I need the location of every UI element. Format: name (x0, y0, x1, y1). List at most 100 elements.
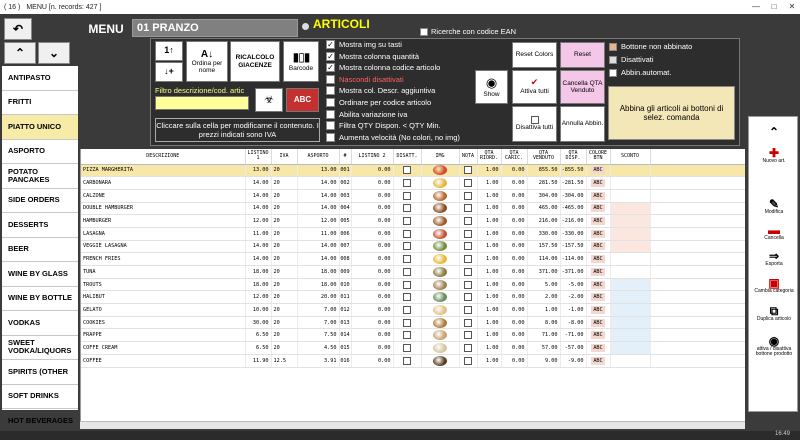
button-color-swatch[interactable]: ABC (591, 293, 605, 302)
ean-search-option[interactable]: Ricerche con codice EAN (420, 27, 516, 36)
cell-nota[interactable] (459, 214, 478, 228)
table-row[interactable]: TUNA 18.00 20 18.00 009 0.00 1.00 0.00 371.00 -37… (81, 265, 745, 279)
cell-qta-venduto[interactable]: 2.00 (527, 290, 561, 305)
cell-disattivo[interactable] (393, 265, 422, 279)
cell-nota[interactable] (459, 176, 478, 190)
column-header[interactable]: QTA VENDUTO (527, 149, 561, 165)
cell-colore-btn[interactable]: ABC (586, 202, 611, 216)
cell-description[interactable]: DOUBLE HAMBURGER (81, 202, 246, 216)
cell-description[interactable]: PIZZA MARGHERITA (81, 164, 246, 178)
cell-image[interactable] (421, 202, 460, 216)
cell-iva[interactable]: 20 (271, 290, 298, 305)
barcode-button[interactable]: ▮▯▮ Barcode (283, 41, 319, 82)
cell-disattivo[interactable] (393, 202, 422, 216)
back-button[interactable]: ↶ (4, 18, 32, 40)
cell-disattivo[interactable] (393, 290, 422, 305)
order-by-name-button[interactable]: A↓ Ordina per nome (186, 41, 228, 82)
cell-qta-venduto[interactable]: 371.00 (527, 265, 561, 279)
cell-asporto[interactable]: 13.00 (297, 164, 340, 178)
nota-checkbox[interactable] (464, 280, 472, 289)
nota-checkbox[interactable] (464, 318, 472, 327)
cell-image[interactable] (421, 341, 460, 355)
cell-iva[interactable]: 12.5 (271, 354, 298, 368)
option-checkbox[interactable] (326, 98, 335, 107)
table-row[interactable]: COFFE CREAM 6.50 20 4.50 015 0.00 1.00 0.00 57.0… (81, 341, 745, 355)
cell-colore-btn[interactable]: ABC (586, 240, 611, 254)
cell-disattivo[interactable] (393, 328, 422, 343)
button-color-swatch[interactable]: ABC (591, 204, 605, 213)
option-1[interactable]: ✓ Mostra colonna quantità (326, 51, 419, 61)
category-item[interactable]: SPIRITS (OTHER (2, 360, 78, 385)
cell-nota[interactable] (459, 303, 478, 317)
cell-listino1[interactable]: 18.00 (245, 265, 272, 279)
column-header[interactable]: ASPORTO (297, 149, 340, 165)
category-item[interactable]: POTATO PANCAKES (2, 164, 78, 189)
cell-sconto[interactable] (610, 252, 651, 266)
ean-checkbox[interactable] (420, 27, 428, 36)
cell-sconto[interactable] (610, 227, 651, 241)
scroll-down-button[interactable]: ⌄ (38, 42, 70, 64)
category-item[interactable]: DESSERTS (2, 213, 78, 238)
button-color-swatch[interactable]: ABC (591, 343, 605, 352)
column-header[interactable]: SCONTO (610, 149, 651, 165)
cell-sconto[interactable] (610, 354, 651, 368)
cell-iva[interactable]: 20 (271, 303, 298, 317)
close-icon[interactable]: ✕ (784, 0, 800, 14)
column-header[interactable]: LISTINO 1 (245, 149, 272, 165)
cell-image[interactable] (421, 240, 460, 254)
cell-asporto[interactable]: 14.00 (297, 240, 340, 254)
cell-listino1[interactable]: 11.00 (245, 227, 272, 241)
cell-asporto[interactable]: 18.00 (297, 278, 340, 292)
cell-qta-venduto[interactable]: 8.00 (527, 316, 561, 330)
cell-qta-caric[interactable]: 0.00 (501, 328, 528, 343)
option-0[interactable]: ✓ Mostra img su tasti (326, 40, 402, 49)
column-header[interactable]: QTA CARIC. (501, 149, 528, 165)
cell-sconto[interactable] (610, 214, 651, 228)
cell-description[interactable]: LASAGNA (81, 227, 246, 241)
cell-image[interactable] (421, 354, 460, 368)
cell-disattivo[interactable] (393, 240, 422, 254)
cell-image[interactable] (421, 164, 460, 178)
cell-sconto[interactable] (610, 341, 651, 355)
option-checkbox[interactable] (326, 109, 335, 119)
cell-iva[interactable]: 20 (271, 252, 298, 266)
disattivo-checkbox[interactable] (403, 242, 411, 251)
cell-listino1[interactable]: 11.90 (245, 354, 272, 368)
cell-qta-riord[interactable]: 1.00 (477, 316, 502, 330)
option-4[interactable]: Mostra col. Descr. aggiuntiva (326, 86, 435, 96)
option-5[interactable]: Ordinare per codice articolo (326, 98, 431, 107)
cell-listino1[interactable]: 14.00 (245, 240, 272, 254)
cell-asporto[interactable]: 14.00 (297, 252, 340, 266)
cell-qta-riord[interactable]: 1.00 (477, 290, 502, 305)
cell-qta-caric[interactable]: 0.00 (501, 278, 528, 292)
cell-listino2[interactable]: 0.00 (351, 328, 394, 343)
cell-listino2[interactable]: 0.00 (351, 303, 394, 317)
nota-checkbox[interactable] (464, 305, 472, 314)
column-header[interactable]: IVA (271, 149, 298, 165)
cell-sconto[interactable] (610, 240, 651, 254)
cell-disattivo[interactable] (393, 354, 422, 368)
attiva-tutti-button[interactable]: ✔ Attiva tutti (512, 70, 557, 104)
cell-nota[interactable] (459, 202, 478, 216)
cell-iva[interactable]: 20 (271, 227, 298, 241)
table-row[interactable]: COOKIES 30.00 20 7.00 013 0.00 1.00 0.00 8.00 -8.… (81, 316, 745, 330)
cell-sconto[interactable] (610, 176, 651, 190)
recalc-stock-button[interactable]: RICALCOLO GIACENZE (230, 41, 280, 82)
cell-qta-caric[interactable]: 0.00 (501, 290, 528, 305)
nota-checkbox[interactable] (464, 242, 472, 251)
cell-qta-caric[interactable]: 0.00 (501, 189, 528, 203)
nota-checkbox[interactable] (464, 267, 472, 276)
cell-image[interactable] (421, 227, 460, 241)
cell-sconto[interactable] (610, 328, 651, 343)
reset-button[interactable]: Reset (560, 42, 605, 68)
cell-description[interactable]: FRAPPE (81, 328, 246, 343)
cell-qta-caric[interactable]: 0.00 (501, 316, 528, 330)
table-row[interactable]: HALIBUT 12.00 20 20.00 011 0.00 1.00 0.00 2.00 -2… (81, 290, 745, 305)
disattivo-checkbox[interactable] (403, 166, 411, 175)
cell-listino1[interactable]: 18.00 (245, 278, 272, 292)
cell-asporto[interactable]: 18.00 (297, 265, 340, 279)
button-color-swatch[interactable]: ABC (591, 217, 605, 226)
cell-listino2[interactable]: 0.00 (351, 176, 394, 190)
cell-nota[interactable] (459, 252, 478, 266)
table-row[interactable]: GELATO 10.00 20 7.00 012 0.00 1.00 0.00 1.00 -1.0… (81, 303, 745, 317)
